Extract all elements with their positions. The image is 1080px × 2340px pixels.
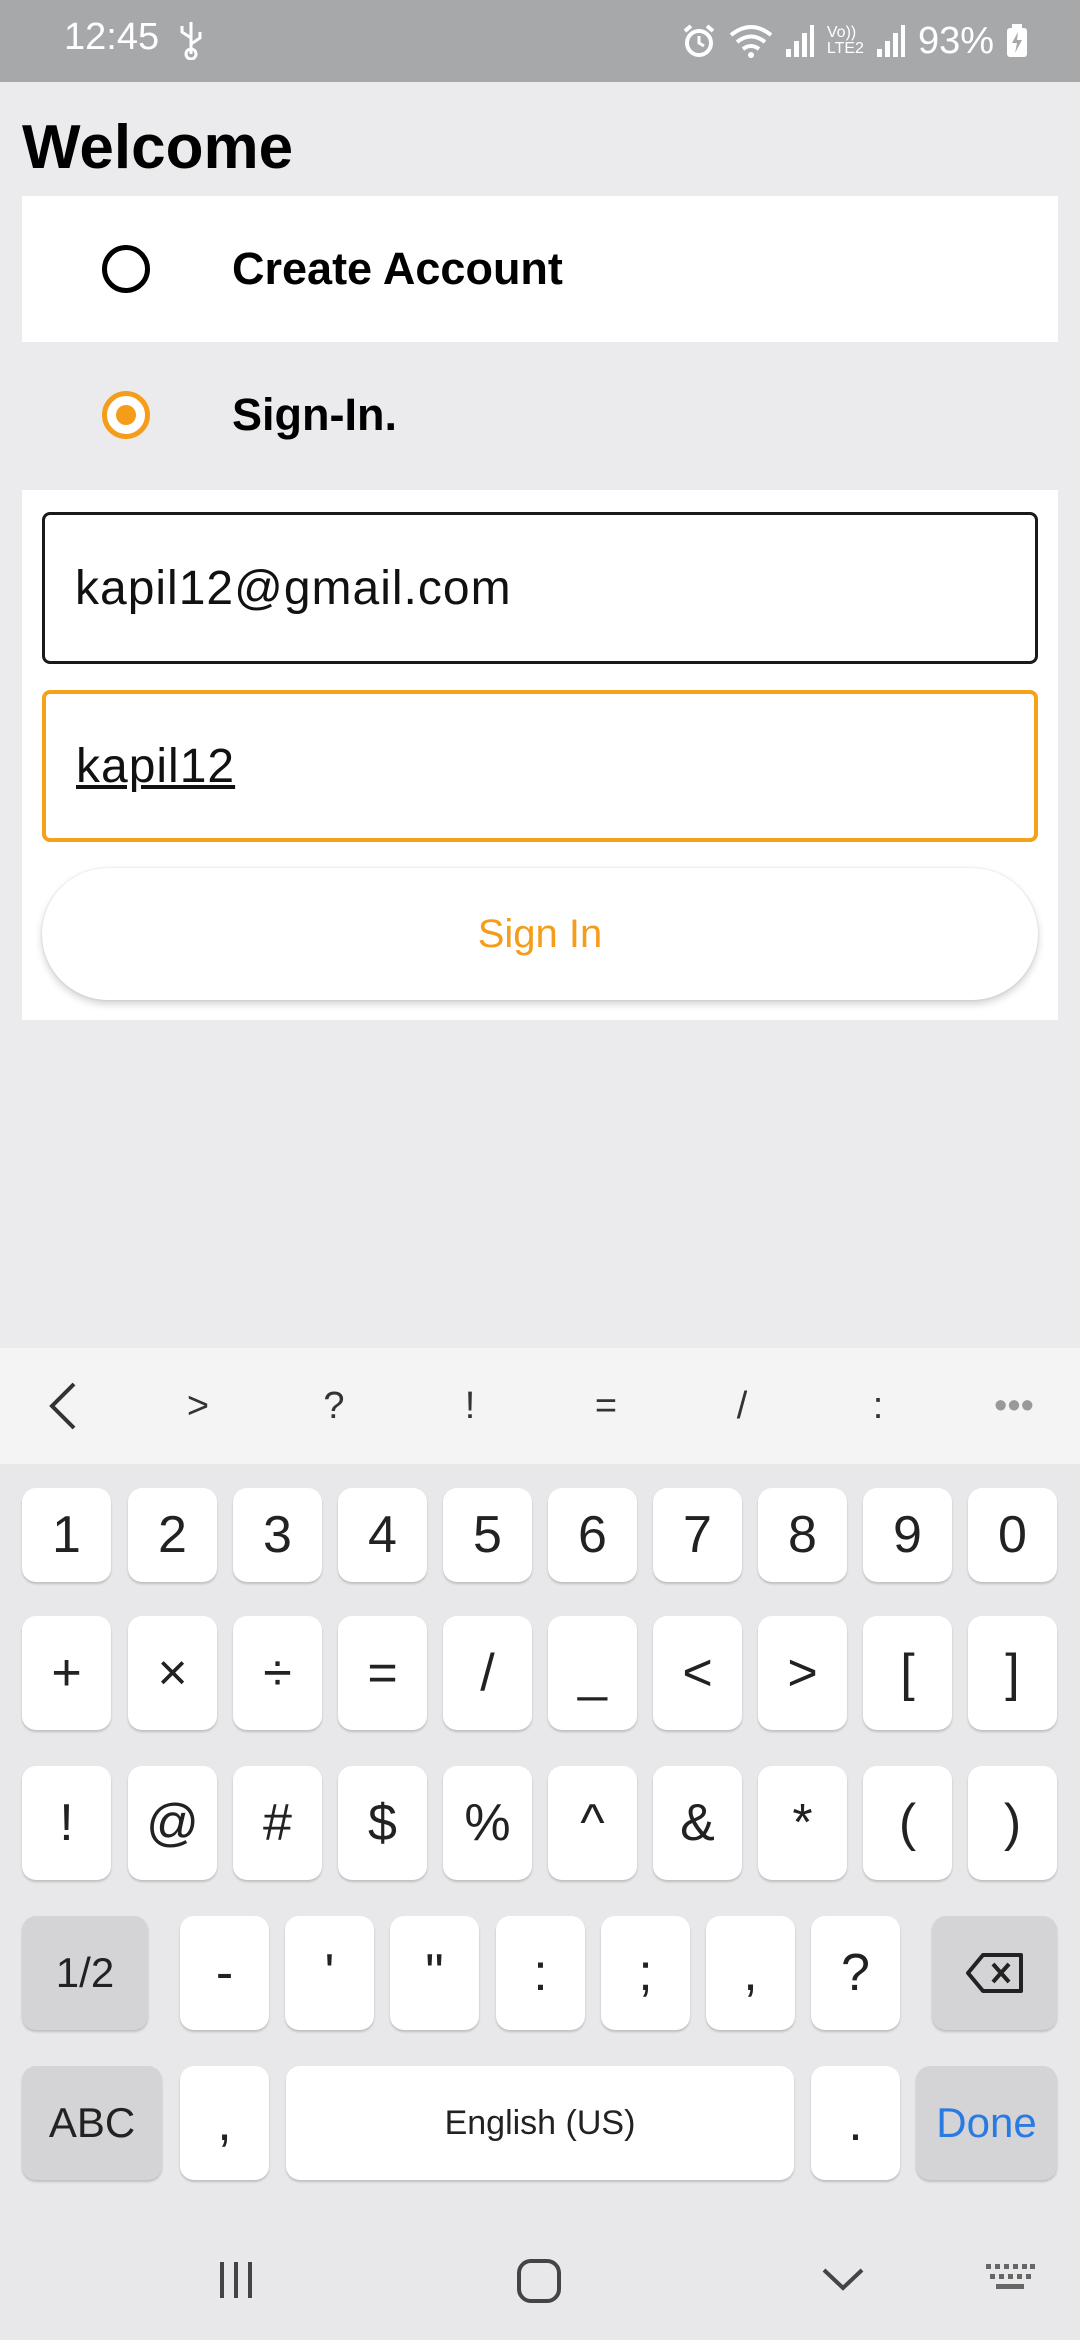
- key[interactable]: @: [128, 1766, 217, 1880]
- key[interactable]: %: [443, 1766, 532, 1880]
- key[interactable]: !: [22, 1766, 111, 1880]
- home-icon[interactable]: [516, 2258, 562, 2304]
- email-value: kapil12@gmail.com: [75, 561, 512, 615]
- key[interactable]: $: [338, 1766, 427, 1880]
- key[interactable]: 6: [548, 1488, 637, 1582]
- space-key[interactable]: English (US): [286, 2066, 794, 2180]
- page-title: Welcome: [22, 113, 294, 182]
- key[interactable]: #: [233, 1766, 322, 1880]
- backspace-key[interactable]: [932, 1916, 1057, 2030]
- abc-key[interactable]: ABC: [22, 2066, 162, 2180]
- period-key[interactable]: .: [811, 2066, 900, 2180]
- alarm-icon: [683, 24, 715, 57]
- keyboard: > ? ! = / : ••• 1 2 3 4 5 6 7 8 9 0 + × …: [0, 1348, 1080, 2340]
- signal-icon: [876, 25, 905, 57]
- password-field[interactable]: kapil12: [42, 690, 1038, 842]
- signal-icon: [785, 25, 814, 57]
- status-time: 12:45: [64, 16, 160, 58]
- radio-selected-icon[interactable]: [102, 391, 150, 439]
- password-value: kapil12: [76, 739, 236, 793]
- key[interactable]: ,: [706, 1916, 795, 2030]
- battery-percent: 93%: [917, 19, 994, 62]
- key[interactable]: ?: [811, 1916, 900, 2030]
- key[interactable]: 2: [128, 1488, 217, 1582]
- status-bar: 12:45 Vo)) LTE2 93%: [0, 0, 1080, 82]
- key[interactable]: ÷: [233, 1616, 322, 1730]
- key[interactable]: <: [653, 1616, 742, 1730]
- key[interactable]: 0: [968, 1488, 1057, 1582]
- sign-in-button[interactable]: Sign In: [42, 868, 1038, 1000]
- key[interactable]: *: [758, 1766, 847, 1880]
- key[interactable]: 5: [443, 1488, 532, 1582]
- key[interactable]: ': [285, 1916, 374, 2030]
- radio-unselected-icon[interactable]: [102, 245, 150, 293]
- usb-icon: [180, 22, 202, 60]
- wifi-icon: [729, 25, 773, 58]
- chevron-down-icon[interactable]: [820, 2264, 866, 2294]
- key[interactable]: =: [338, 1616, 427, 1730]
- key[interactable]: ): [968, 1766, 1057, 1880]
- recent-apps-icon[interactable]: [214, 2258, 258, 2302]
- key[interactable]: 3: [233, 1488, 322, 1582]
- key[interactable]: ^: [548, 1766, 637, 1880]
- key[interactable]: ×: [128, 1616, 217, 1730]
- comma-key[interactable]: ,: [180, 2066, 269, 2180]
- keyboard-icon[interactable]: [984, 2260, 1036, 2294]
- key[interactable]: /: [443, 1616, 532, 1730]
- option-create-account-label: Create Account: [232, 243, 563, 294]
- key[interactable]: (: [863, 1766, 952, 1880]
- key[interactable]: &: [653, 1766, 742, 1880]
- navigation-bar: [0, 2220, 1080, 2340]
- key[interactable]: _: [548, 1616, 637, 1730]
- suggestion-key[interactable]: >: [158, 1348, 238, 1464]
- key[interactable]: +: [22, 1616, 111, 1730]
- key[interactable]: -: [180, 1916, 269, 2030]
- suggestion-bar: > ? ! = / : •••: [0, 1348, 1080, 1464]
- battery-charging-icon: [1007, 24, 1027, 57]
- key[interactable]: :: [496, 1916, 585, 2030]
- key[interactable]: ;: [601, 1916, 690, 2030]
- key[interactable]: 4: [338, 1488, 427, 1582]
- volte-icon: Vo)) LTE2: [826, 24, 864, 57]
- key[interactable]: [: [863, 1616, 952, 1730]
- key[interactable]: 7: [653, 1488, 742, 1582]
- suggestion-key[interactable]: ?: [294, 1348, 374, 1464]
- more-options-icon[interactable]: •••: [974, 1348, 1054, 1464]
- done-key[interactable]: Done: [916, 2066, 1057, 2180]
- backspace-icon: [965, 1953, 1023, 1993]
- suggestion-key[interactable]: :: [838, 1348, 918, 1464]
- key[interactable]: ]: [968, 1616, 1057, 1730]
- key[interactable]: >: [758, 1616, 847, 1730]
- option-create-account[interactable]: Create Account: [22, 196, 1058, 342]
- key[interactable]: 9: [863, 1488, 952, 1582]
- chevron-left-icon: [49, 1382, 76, 1430]
- suggestion-key[interactable]: !: [430, 1348, 510, 1464]
- suggestion-key[interactable]: =: [566, 1348, 646, 1464]
- radio-dot: [116, 405, 136, 425]
- status-icons: Vo)) LTE2 93%: [681, 14, 1028, 68]
- suggestion-key[interactable]: /: [702, 1348, 782, 1464]
- option-sign-in-label: Sign-In.: [232, 389, 397, 440]
- key[interactable]: 8: [758, 1488, 847, 1582]
- key[interactable]: 1: [22, 1488, 111, 1582]
- sign-in-button-label: Sign In: [477, 911, 603, 956]
- key[interactable]: ": [390, 1916, 479, 2030]
- sign-in-form: kapil12@gmail.com kapil12 Sign In: [22, 490, 1058, 1020]
- email-field[interactable]: kapil12@gmail.com: [42, 512, 1038, 664]
- suggestion-collapse-button[interactable]: [22, 1348, 102, 1464]
- option-sign-in[interactable]: Sign-In.: [22, 342, 1058, 488]
- page-toggle-key[interactable]: 1/2: [22, 1916, 148, 2030]
